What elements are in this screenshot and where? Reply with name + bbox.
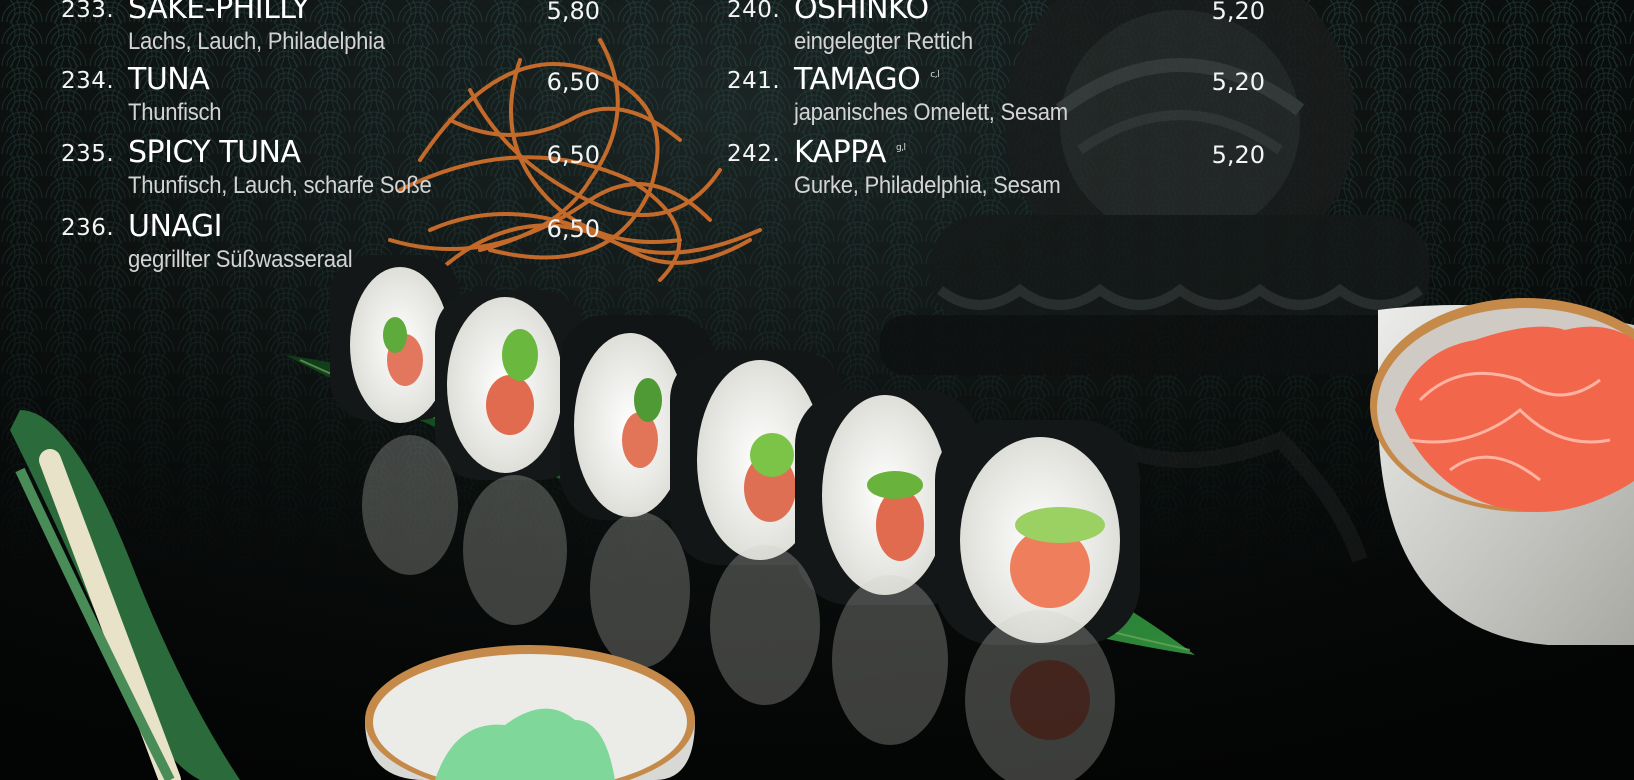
item-description: Thunfisch xyxy=(128,99,222,126)
item-description: Gurke, Philadelphia, Sesam xyxy=(794,172,1061,199)
item-name: TAMAGO c,l xyxy=(794,62,940,97)
item-price: 5,20 xyxy=(1211,0,1265,25)
item-number: 235. xyxy=(61,141,115,167)
allergen-codes: g,l xyxy=(895,143,906,153)
item-number: 242. xyxy=(727,141,781,167)
item-number: 234. xyxy=(61,68,115,94)
item-price: 5,20 xyxy=(1211,68,1265,96)
item-name: TUNA xyxy=(128,62,210,97)
allergen-codes: c,l xyxy=(930,70,940,80)
item-price: 5,80 xyxy=(546,0,600,25)
item-price: 6,50 xyxy=(546,68,600,96)
item-name: SAKE-PHILLY xyxy=(128,0,310,26)
item-price: 6,50 xyxy=(546,215,600,243)
item-number: 241. xyxy=(727,68,781,94)
item-number: 233. xyxy=(61,0,115,23)
item-name: OSHINKO xyxy=(794,0,929,26)
item-description: gegrillter Süßwasseraal xyxy=(128,246,353,273)
item-price: 5,20 xyxy=(1211,141,1265,169)
menu: 233. SAKE-PHILLY 5,80 Lachs, Lauch, Phil… xyxy=(0,0,1634,780)
item-name: KAPPA g,l xyxy=(794,135,906,170)
item-description: japanisches Omelett, Sesam xyxy=(794,99,1068,126)
item-description: Thunfisch, Lauch, scharfe Soße xyxy=(128,172,432,199)
item-number: 236. xyxy=(61,215,115,241)
item-name: SPICY TUNA xyxy=(128,135,301,170)
item-description: Lachs, Lauch, Philadelphia xyxy=(128,28,385,55)
item-name: UNAGI xyxy=(128,209,223,244)
item-description: eingelegter Rettich xyxy=(794,28,973,55)
item-price: 6,50 xyxy=(546,141,600,169)
item-number: 240. xyxy=(727,0,781,23)
